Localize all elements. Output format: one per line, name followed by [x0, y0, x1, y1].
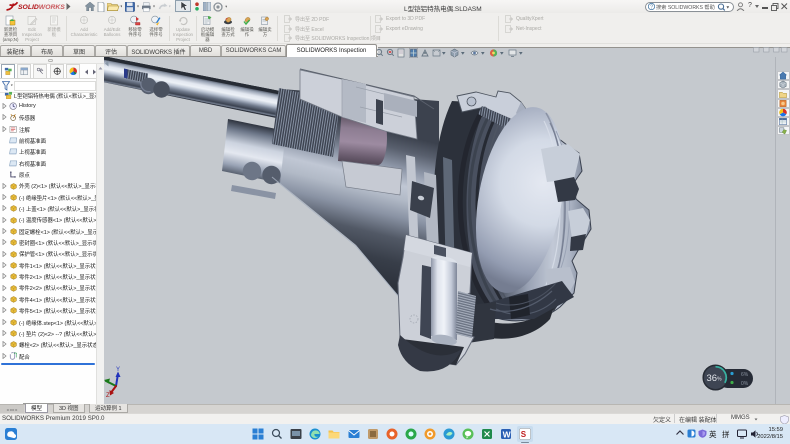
svg-text:Y: Y	[116, 367, 120, 373]
svg-text:?: ?	[650, 5, 653, 10]
svg-text:S: S	[521, 430, 527, 439]
svg-text:W: W	[503, 429, 512, 439]
svg-text:0%: 0%	[741, 381, 749, 387]
svg-text:6%: 6%	[741, 372, 749, 378]
svg-text:SOLIDWORKS: SOLIDWORKS	[18, 4, 65, 11]
svg-text:Z: Z	[106, 393, 110, 399]
